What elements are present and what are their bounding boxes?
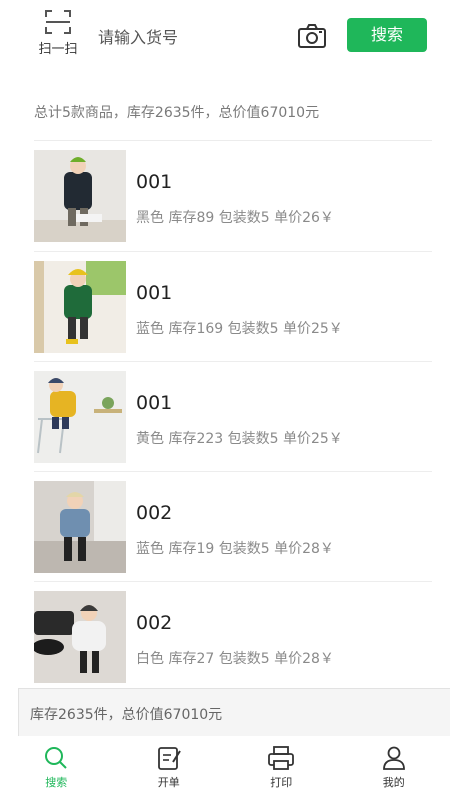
search-button[interactable]: 搜索 xyxy=(347,18,427,52)
product-item[interactable]: 001 黑色 库存89 包装数5 单价26￥ xyxy=(34,141,432,251)
scan-icon xyxy=(45,10,71,34)
product-code: 002 xyxy=(136,612,173,634)
product-code: 001 xyxy=(136,392,173,414)
camera-icon xyxy=(298,24,326,48)
product-details: 白色 库存27 包装数5 单价28￥ xyxy=(136,651,334,667)
product-item[interactable]: 002 白色 库存27 包装数5 单价28￥ xyxy=(34,581,432,691)
camera-button[interactable] xyxy=(297,22,327,50)
bottom-nav: 搜索 开单 打印 我的 xyxy=(0,740,450,800)
product-list: 001 黑色 库存89 包装数5 单价26￥ 001 蓝色 库存169 包装数5… xyxy=(34,141,432,691)
product-code: 001 xyxy=(136,171,173,193)
summary-text: 总计5款商品，库存2635件，总价值67010元 xyxy=(34,105,320,121)
search-input[interactable]: 请输入货号 xyxy=(98,24,178,48)
product-thumbnail xyxy=(34,150,126,242)
product-thumbnail xyxy=(34,481,126,573)
nav-item-profile[interactable]: 我的 xyxy=(338,740,450,800)
nav-label: 搜索 xyxy=(45,776,68,789)
product-details: 蓝色 库存169 包装数5 单价25￥ xyxy=(136,321,343,337)
product-thumbnail xyxy=(34,371,126,463)
nav-item-search[interactable]: 搜索 xyxy=(0,740,113,800)
product-image xyxy=(34,371,126,463)
product-code: 002 xyxy=(136,502,173,524)
header-bar: 扫一扫 请输入货号 搜索 xyxy=(0,0,450,80)
product-item[interactable]: 001 蓝色 库存169 包装数5 单价25￥ xyxy=(34,251,432,361)
search-icon xyxy=(45,747,67,769)
product-item[interactable]: 001 黄色 库存223 包装数5 单价25￥ xyxy=(34,361,432,471)
nav-label: 开单 xyxy=(157,776,180,789)
product-thumbnail xyxy=(34,591,126,683)
product-code: 001 xyxy=(136,282,173,304)
user-icon xyxy=(382,746,405,770)
nav-label: 我的 xyxy=(382,776,405,789)
inventory-summary-text: 库存2635件，总价值67010元 xyxy=(30,707,223,723)
product-details: 黄色 库存223 包装数5 单价25￥ xyxy=(136,431,343,447)
nav-item-order[interactable]: 开单 xyxy=(113,740,226,800)
product-item[interactable]: 002 蓝色 库存19 包装数5 单价28￥ xyxy=(34,471,432,581)
edit-order-icon xyxy=(157,747,181,770)
product-image xyxy=(34,481,126,573)
scan-button[interactable]: 扫一扫 xyxy=(30,8,86,60)
printer-icon xyxy=(268,746,295,770)
scan-label: 扫一扫 xyxy=(38,42,78,57)
product-details: 蓝色 库存19 包装数5 单价28￥ xyxy=(136,541,334,557)
product-image xyxy=(34,150,126,242)
product-thumbnail xyxy=(34,261,126,353)
nav-label: 打印 xyxy=(270,776,293,789)
product-details: 黑色 库存89 包装数5 单价26￥ xyxy=(136,210,334,226)
nav-item-print[interactable]: 打印 xyxy=(225,740,338,800)
product-image xyxy=(34,261,126,353)
inventory-summary-bar: 库存2635件，总价值67010元 xyxy=(18,688,450,736)
product-image xyxy=(34,591,126,683)
